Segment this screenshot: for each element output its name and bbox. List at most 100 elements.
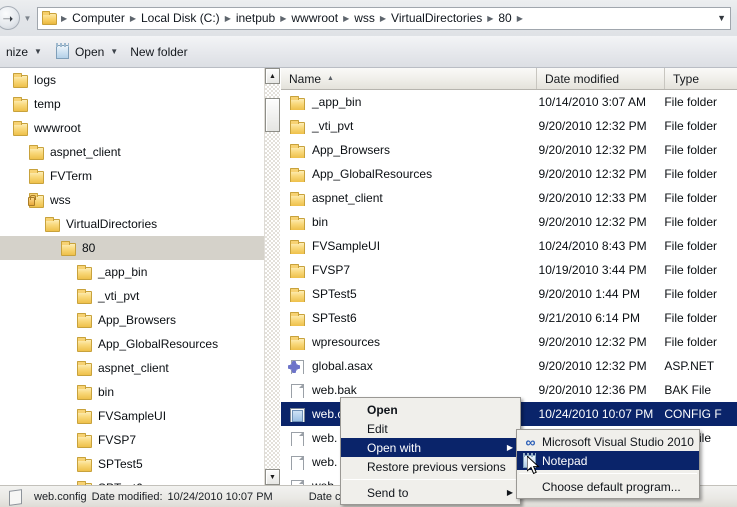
menu-item-restore-previous-versions[interactable]: Restore previous versions: [341, 457, 520, 476]
breadcrumb-separator[interactable]: ▶: [277, 9, 289, 28]
tree-item-fvsp7[interactable]: FVSP7: [0, 428, 277, 452]
file-icon: [6, 489, 28, 505]
table-row[interactable]: SPTest5 9/20/2010 1:44 PM File folder: [281, 282, 737, 306]
tree-item-logs[interactable]: logs: [0, 68, 277, 92]
address-dropdown-icon[interactable]: ▼: [717, 8, 726, 29]
folder-icon: [289, 95, 305, 110]
table-row[interactable]: bin 9/20/2010 12:32 PM File folder: [281, 210, 737, 234]
file-name-cell: SPTest6: [281, 311, 533, 326]
menu-item-label: Restore previous versions: [367, 459, 506, 474]
breadcrumb-virtualdirectories[interactable]: VirtualDirectories: [389, 9, 484, 28]
column-header-name[interactable]: Name ▲: [281, 68, 537, 89]
document-icon: [289, 455, 305, 470]
tree-item-label: App_GlobalResources: [98, 337, 219, 351]
table-row[interactable]: aspnet_client 9/20/2010 12:33 PM File fold…: [281, 186, 737, 210]
document-icon: [289, 383, 305, 398]
tree-item-app-browsers[interactable]: App_Browsers: [0, 308, 277, 332]
submenu-item-choose-default-program-[interactable]: Choose default program...: [517, 477, 699, 496]
table-row[interactable]: FVSampleUI 10/24/2010 8:43 PM File folder: [281, 234, 737, 258]
file-name-label: _app_bin: [312, 95, 362, 109]
column-header-date-modified[interactable]: Date modified: [537, 68, 665, 89]
back-arrow-icon[interactable]: ➝: [0, 6, 20, 30]
breadcrumb-separator[interactable]: ▶: [222, 9, 234, 28]
scroll-up-icon[interactable]: ▲: [265, 68, 280, 84]
menu-separator: [519, 473, 697, 474]
visual-studio-icon: ∞: [525, 433, 536, 450]
tree-item-sptest5[interactable]: SPTest5: [0, 452, 277, 476]
open-with-submenu[interactable]: ∞ Microsoft Visual Studio 2010 Notepad Choo…: [516, 429, 700, 499]
tree-item--app-bin[interactable]: _app_bin: [0, 260, 277, 284]
table-row[interactable]: _vti_pvt 9/20/2010 12:32 PM File folder: [281, 114, 737, 138]
chevron-down-icon: ▼: [110, 47, 119, 56]
tree-item-wwwroot[interactable]: wwwroot: [0, 116, 277, 140]
address-input[interactable]: ▶ Computer ▶ Local Disk (C:) ▶ inetpub ▶…: [37, 6, 731, 30]
table-row[interactable]: global.asax 9/20/2010 12:32 PM ASP.NET: [281, 354, 737, 378]
breadcrumb-wss[interactable]: wss: [352, 9, 377, 28]
tree-scrollbar[interactable]: ▲ ▼: [264, 68, 280, 485]
table-row[interactable]: FVSP7 10/19/2010 3:44 PM File folder: [281, 258, 737, 282]
file-type-cell: BAK File: [664, 383, 712, 397]
tree-item-wss[interactable]: wss: [0, 188, 277, 212]
tree-item-fvterm[interactable]: FVTerm: [0, 164, 277, 188]
tree-item-virtualdirectories[interactable]: VirtualDirectories: [0, 212, 277, 236]
table-row[interactable]: SPTest6 9/21/2010 6:14 PM File folder: [281, 306, 737, 330]
folder-icon: [289, 167, 305, 182]
open-button[interactable]: Open ▼: [48, 40, 124, 64]
breadcrumb-80[interactable]: 80: [496, 9, 513, 28]
submenu-item-notepad[interactable]: Notepad: [517, 451, 699, 470]
breadcrumb-separator[interactable]: ▶: [484, 9, 496, 28]
file-name-cell: aspnet_client: [281, 191, 533, 206]
tree-item-sptest6[interactable]: SPTest6: [0, 476, 277, 485]
history-dropdown-icon[interactable]: ▼: [23, 14, 32, 23]
tree-item-80[interactable]: 80: [0, 236, 277, 260]
file-date-cell: 10/19/2010 3:44 PM: [538, 263, 647, 277]
breadcrumb-computer[interactable]: Computer: [70, 9, 127, 28]
scroll-down-icon[interactable]: ▼: [265, 469, 280, 485]
column-header-type[interactable]: Type: [665, 68, 737, 89]
breadcrumb-separator[interactable]: ▶: [127, 9, 139, 28]
tree-item-bin[interactable]: bin: [0, 380, 277, 404]
organize-button[interactable]: nize ▼: [0, 40, 48, 64]
navigation-tree[interactable]: logs temp wwwroot aspnet_client FVTerm wss Vir…: [0, 68, 278, 485]
tree-item-app-globalresources[interactable]: App_GlobalResources: [0, 332, 277, 356]
file-name-cell: bin: [281, 215, 533, 230]
scrollbar-thumb[interactable]: [265, 98, 280, 132]
file-date-cell: 9/20/2010 12:32 PM: [538, 359, 647, 373]
table-row[interactable]: _app_bin 10/14/2010 3:07 AM File folder: [281, 90, 737, 114]
breadcrumb-separator[interactable]: ▶: [377, 9, 389, 28]
command-toolbar: nize ▼ Open ▼ New folder: [0, 36, 737, 68]
submenu-item-microsoft-visual-studio-2010[interactable]: ∞ Microsoft Visual Studio 2010: [517, 432, 699, 451]
file-name-cell: wpresources: [281, 335, 533, 350]
folder-icon: [28, 145, 44, 160]
table-row[interactable]: App_Browsers 9/20/2010 12:32 PM File folde…: [281, 138, 737, 162]
table-row[interactable]: wpresources 9/20/2010 12:32 PM File folder: [281, 330, 737, 354]
tree-item-fvsampleui[interactable]: FVSampleUI: [0, 404, 277, 428]
file-name-label: App_Browsers: [312, 143, 391, 157]
breadcrumb-separator[interactable]: ▶: [340, 9, 352, 28]
menu-item-send-to[interactable]: Send to ▶: [341, 483, 520, 502]
tree-item-label: _app_bin: [98, 265, 148, 279]
tree-item-temp[interactable]: temp: [0, 92, 277, 116]
breadcrumb-separator[interactable]: ▶: [58, 9, 70, 28]
context-menu[interactable]: Open Edit Open with ▶ Restore previous versi…: [340, 397, 521, 505]
menu-item-open-with[interactable]: Open with ▶: [341, 438, 520, 457]
menu-item-open[interactable]: Open: [341, 400, 520, 419]
menu-item-edit[interactable]: Edit: [341, 419, 520, 438]
breadcrumb-separator[interactable]: ▶: [514, 9, 526, 28]
address-bar: ➝ ▼ ▶ Computer ▶ Local Disk (C:) ▶ inetp…: [0, 0, 737, 36]
file-name-label: global.asax: [312, 359, 373, 373]
file-date-cell: 9/20/2010 12:32 PM: [538, 167, 647, 181]
open-label: Open: [74, 44, 105, 59]
tree-item-aspnet-client[interactable]: aspnet_client: [0, 356, 277, 380]
new-folder-label: New folder: [130, 44, 188, 59]
breadcrumb-inetpub[interactable]: inetpub: [234, 9, 277, 28]
new-folder-button[interactable]: New folder: [124, 40, 193, 64]
table-row[interactable]: App_GlobalResources 9/20/2010 12:32 PM Fil…: [281, 162, 737, 186]
tree-item-aspnet-client[interactable]: aspnet_client: [0, 140, 277, 164]
status-date-value: 10/24/2010 10:07 PM: [167, 490, 273, 503]
tree-item-label: App_Browsers: [98, 313, 177, 327]
tree-item--vti-pvt[interactable]: _vti_pvt: [0, 284, 277, 308]
breadcrumb-wwwroot[interactable]: wwwroot: [289, 9, 340, 28]
file-name-label: web.: [312, 455, 338, 469]
breadcrumb-local-disk[interactable]: Local Disk (C:): [139, 9, 222, 28]
